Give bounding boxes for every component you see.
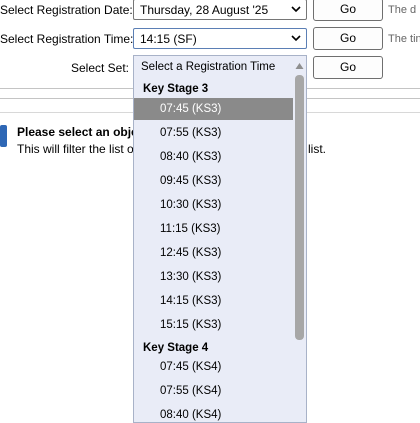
option-1115-ks3[interactable]: 11:15 (KS3) — [134, 218, 306, 240]
option-0840-ks4[interactable]: 08:40 (KS4) — [134, 404, 306, 422]
registration-time-select[interactable]: 14:15 (SF) — [133, 28, 307, 49]
option-0745-ks4[interactable]: 07:45 (KS4) — [134, 356, 306, 378]
time-hint-text: The tin — [388, 33, 420, 45]
select-set-label: Select Set: — [70, 61, 129, 75]
registration-time-label: Select Registration Time: — [0, 32, 134, 46]
chevron-down-icon — [291, 6, 301, 13]
registration-time-dropdown-list[interactable]: Select a Registration Time Key Stage 3 0… — [133, 55, 307, 423]
registration-date-select[interactable]: Thursday, 28 August '25 — [133, 0, 307, 20]
notice-body-tail: list. — [308, 142, 326, 156]
notice-title: Please select an object — [17, 125, 149, 139]
dropdown-placeholder-option[interactable]: Select a Registration Time — [134, 56, 299, 78]
option-0945-ks3[interactable]: 09:45 (KS3) — [134, 170, 306, 192]
option-0840-ks3[interactable]: 08:40 (KS3) — [134, 146, 306, 168]
go-button-set[interactable]: Go — [313, 56, 383, 79]
registration-date-value: Thursday, 28 August '25 — [140, 3, 269, 17]
option-1245-ks3[interactable]: 12:45 (KS3) — [134, 242, 306, 264]
scrollbar-thumb[interactable] — [295, 75, 304, 340]
scroll-up-arrow-icon[interactable] — [295, 62, 304, 70]
option-0755-ks4[interactable]: 07:55 (KS4) — [134, 380, 306, 402]
go-button-time[interactable]: Go — [313, 27, 383, 50]
registration-time-value: 14:15 (SF) — [140, 32, 197, 46]
notice-body: This will filter the list of — [17, 142, 138, 156]
option-1030-ks3[interactable]: 10:30 (KS3) — [134, 194, 306, 216]
go-button-date[interactable]: Go — [313, 0, 383, 21]
option-1330-ks3[interactable]: 13:30 (KS3) — [134, 266, 306, 288]
date-hint-text: The d — [388, 4, 417, 16]
option-0745-ks3[interactable]: 07:45 (KS3) — [134, 98, 306, 120]
dropdown-scrollbar[interactable] — [293, 56, 306, 422]
optgroup-key-stage-4: Key Stage 4 — [143, 342, 209, 354]
info-icon — [0, 125, 7, 147]
option-1515-ks3[interactable]: 15:15 (KS3) — [134, 314, 306, 336]
optgroup-key-stage-3: Key Stage 3 — [143, 83, 209, 95]
registration-date-label: Select Registration Date: — [0, 3, 133, 17]
option-0755-ks3[interactable]: 07:55 (KS3) — [134, 122, 306, 144]
chevron-down-icon — [291, 35, 301, 42]
option-1415-ks3[interactable]: 14:15 (KS3) — [134, 290, 306, 312]
